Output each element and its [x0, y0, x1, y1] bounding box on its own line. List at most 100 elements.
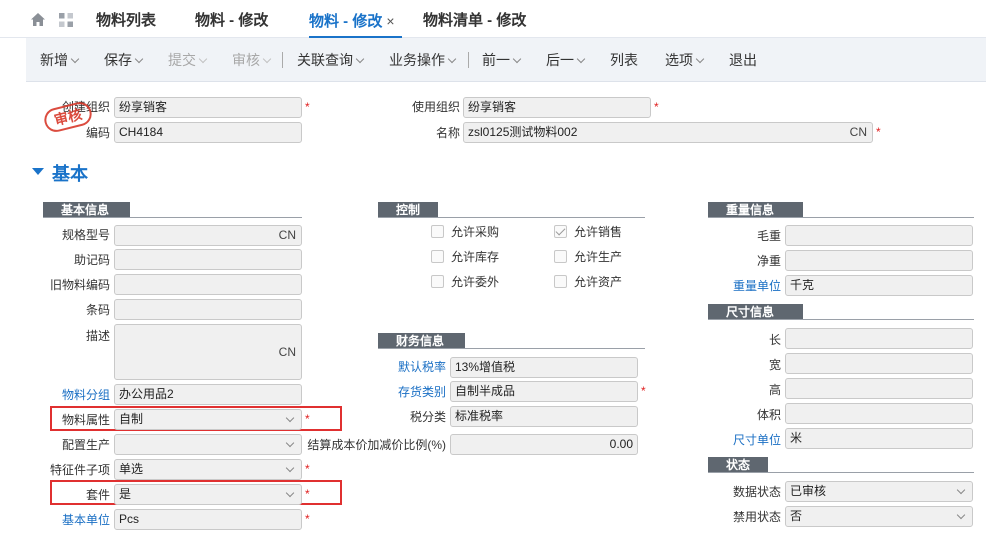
- section-title-basic[interactable]: 基本: [52, 162, 88, 186]
- tab-bar: 物料列表 物料 - 修改 物料 - 修改 × 物料清单 - 修改: [0, 0, 986, 38]
- tab-bom-edit[interactable]: 物料清单 - 修改: [423, 0, 526, 38]
- apps-grid-icon[interactable]: [58, 12, 74, 28]
- mnemonic-label: 助记码: [73, 253, 110, 267]
- chevron-down-icon: [695, 54, 705, 64]
- chevron-down-icon: [285, 463, 295, 473]
- name-field[interactable]: zsl0125测试物料002 CN: [463, 122, 873, 143]
- size-unit-field[interactable]: 米: [785, 428, 973, 449]
- chevron-down-icon: [285, 413, 295, 423]
- allow-purchase-label: 允许采购: [451, 225, 500, 239]
- width-field[interactable]: [785, 353, 973, 374]
- group-divider: [378, 217, 645, 218]
- default-tax-rate-field[interactable]: 13%增值税: [450, 357, 638, 378]
- tax-category-label: 税分类: [409, 410, 446, 424]
- old-code-field[interactable]: [114, 274, 302, 295]
- use-org-field[interactable]: 纷享销客: [463, 97, 651, 118]
- forbid-status-select[interactable]: 否: [785, 506, 973, 527]
- kit-select[interactable]: 是: [114, 484, 302, 505]
- chevron-down-icon: [285, 438, 295, 448]
- list-button[interactable]: 列表: [610, 38, 638, 82]
- default-tax-rate-label[interactable]: 默认税率: [378, 357, 446, 377]
- spec-field[interactable]: CN: [114, 225, 302, 246]
- save-button[interactable]: 保存: [104, 38, 144, 82]
- use-org-label: 使用组织: [411, 100, 460, 114]
- create-org-field[interactable]: 纷享销客: [114, 97, 302, 118]
- language-tag[interactable]: CN: [850, 123, 867, 142]
- material-attr-select[interactable]: 自制: [114, 409, 302, 430]
- required-mark: *: [305, 487, 310, 501]
- spec-label: 规格型号: [61, 228, 110, 242]
- chevron-down-icon: [134, 54, 144, 64]
- collapse-triangle-icon[interactable]: [32, 168, 44, 175]
- chevron-down-icon: [512, 54, 522, 64]
- net-weight-field[interactable]: [785, 250, 973, 271]
- allow-outsource-checkbox[interactable]: [431, 275, 444, 288]
- group-divider: [708, 472, 974, 473]
- exit-button[interactable]: 退出: [729, 38, 757, 82]
- tab-label: 物料 - 修改: [195, 12, 269, 29]
- base-unit-label[interactable]: 基本单位: [30, 510, 110, 530]
- toolbar-divider: [282, 52, 283, 68]
- tax-category-field[interactable]: 标准税率: [450, 406, 638, 427]
- stock-category-label[interactable]: 存货类别: [378, 382, 446, 402]
- submit-button[interactable]: 提交: [168, 38, 208, 82]
- group-divider: [708, 319, 974, 320]
- allow-production-checkbox[interactable]: [554, 250, 567, 263]
- material-group-label[interactable]: 物料分组: [30, 385, 110, 405]
- toolbar: 新增 保存 提交 审核 关联查询 业务操作 前一 后一 列表 选项 退出: [26, 38, 986, 82]
- stock-category-field[interactable]: 自制半成品: [450, 381, 638, 402]
- tab-label: 物料 - 修改: [309, 13, 383, 30]
- language-tag[interactable]: CN: [279, 343, 296, 362]
- options-button[interactable]: 选项: [665, 38, 705, 82]
- allow-stock-label: 允许库存: [451, 250, 500, 264]
- allow-asset-label: 允许资产: [574, 275, 623, 289]
- height-field[interactable]: [785, 378, 973, 399]
- mnemonic-field[interactable]: [114, 249, 302, 270]
- material-attr-label: 物料属性: [61, 413, 110, 427]
- tab-material-list[interactable]: 物料列表: [96, 0, 156, 38]
- business-ops-button[interactable]: 业务操作: [389, 38, 457, 82]
- barcode-field[interactable]: [114, 299, 302, 320]
- volume-label: 体积: [756, 408, 781, 422]
- group-header-basic: 基本信息: [43, 202, 130, 218]
- allow-asset-checkbox[interactable]: [554, 275, 567, 288]
- close-icon[interactable]: ×: [386, 13, 394, 29]
- base-unit-field[interactable]: Pcs: [114, 509, 302, 530]
- tab-material-edit-active[interactable]: 物料 - 修改 ×: [309, 0, 402, 38]
- allow-stock-checkbox[interactable]: [431, 250, 444, 263]
- previous-button[interactable]: 前一: [482, 38, 522, 82]
- code-field[interactable]: CH4184: [114, 122, 302, 143]
- required-mark: *: [876, 125, 881, 139]
- code-label: 编码: [85, 126, 110, 140]
- chevron-down-icon: [355, 54, 365, 64]
- volume-field[interactable]: [785, 403, 973, 424]
- tab-label: 物料列表: [96, 12, 157, 29]
- length-field[interactable]: [785, 328, 973, 349]
- audit-button[interactable]: 审核: [232, 38, 272, 82]
- allow-purchase-checkbox[interactable]: [431, 225, 444, 238]
- new-button[interactable]: 新增: [40, 38, 80, 82]
- allow-sales-checkbox[interactable]: [554, 225, 567, 238]
- tab-label: 物料清单 - 修改: [423, 12, 527, 29]
- language-tag[interactable]: CN: [279, 226, 296, 245]
- home-icon[interactable]: [30, 12, 46, 27]
- next-button[interactable]: 后一: [546, 38, 586, 82]
- tab-material-edit-1[interactable]: 物料 - 修改: [195, 0, 268, 38]
- cost-ratio-label: 结算成本价加减价比例(%): [307, 438, 446, 452]
- feature-item-select[interactable]: 单选: [114, 459, 302, 480]
- size-unit-label[interactable]: 尺寸单位: [708, 430, 781, 450]
- required-mark: *: [305, 512, 310, 526]
- weight-unit-field[interactable]: 千克: [785, 275, 973, 296]
- group-divider: [708, 217, 974, 218]
- barcode-label: 条码: [85, 303, 110, 317]
- required-mark: *: [654, 100, 659, 114]
- weight-unit-label[interactable]: 重量单位: [708, 276, 781, 296]
- related-query-button[interactable]: 关联查询: [297, 38, 365, 82]
- material-group-field[interactable]: 办公用品2: [114, 384, 302, 405]
- toolbar-divider: [468, 52, 469, 68]
- description-textarea[interactable]: CN: [114, 324, 302, 380]
- config-production-select[interactable]: [114, 434, 302, 455]
- cost-ratio-field[interactable]: 0.00: [450, 434, 638, 455]
- data-status-select[interactable]: 已审核: [785, 481, 973, 502]
- gross-weight-field[interactable]: [785, 225, 973, 246]
